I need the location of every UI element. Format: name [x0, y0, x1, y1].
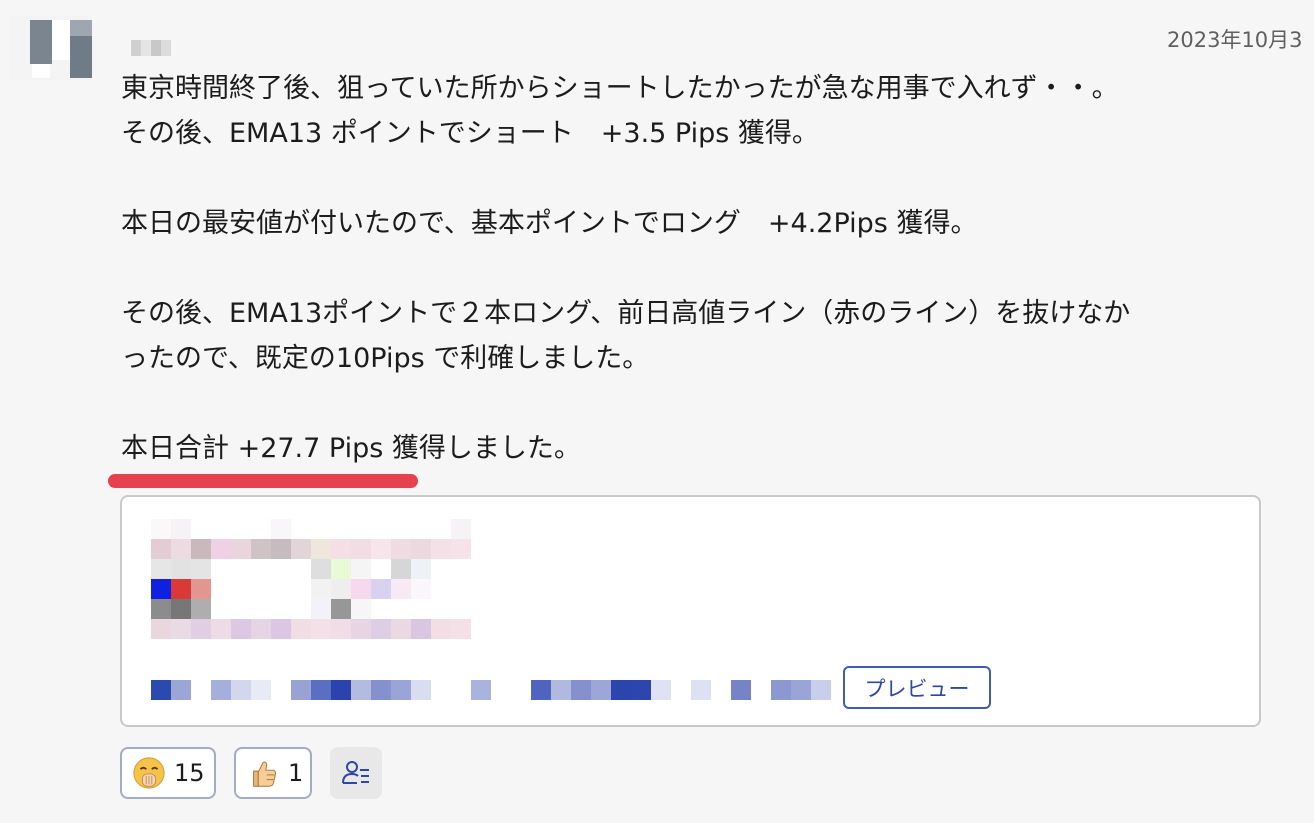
avatar[interactable] — [10, 16, 92, 80]
reaction-count: 15 — [174, 759, 205, 787]
message-line: 本日の最安値が付いたので、基本ポイントでロング +4.2Pips 獲得。 — [121, 208, 978, 239]
username[interactable] — [131, 40, 171, 56]
preview-button[interactable]: プレビュー — [843, 666, 991, 709]
message-line-total: 本日合計 +27.7 Pips 獲得しました。 — [121, 433, 581, 464]
message-line: その後、EMA13 ポイントでショート +3.5 Pips 獲得。 — [121, 118, 819, 149]
red-underline-annotation — [108, 474, 418, 488]
message-line: その後、EMA13ポイントで２本ロング、前日高値ライン（赤のライン）を抜けなか — [121, 298, 1131, 329]
add-reaction-button[interactable] — [330, 747, 382, 799]
reaction-thumbs-up[interactable]: 1 — [234, 747, 312, 799]
reaction-face-with-hand-over-mouth[interactable]: 15 — [120, 747, 216, 799]
message-line: ったので、既定の10Pips で利確しました。 — [121, 343, 650, 374]
message-line: 東京時間終了後、狙っていた所からショートしたかったが急な用事で入れず・・。 — [121, 73, 1119, 104]
message-body: 東京時間終了後、狙っていた所からショートしたかったが急な用事で入れず・・。 その… — [121, 66, 1291, 471]
message-timestamp[interactable]: 2023年10月3 — [1167, 24, 1314, 54]
face-with-hand-over-mouth-icon — [133, 757, 165, 789]
thumbs-up-icon — [253, 761, 276, 787]
person-list-icon — [342, 761, 369, 784]
reaction-count: 1 — [288, 759, 304, 787]
